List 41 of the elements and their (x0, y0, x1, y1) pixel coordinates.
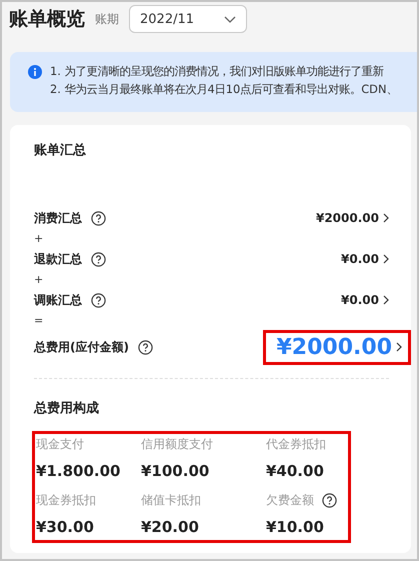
total-amount-link[interactable]: ¥2000.00 (263, 330, 411, 364)
operator-sign: + (34, 272, 44, 288)
row-label: 退款汇总 (34, 250, 82, 268)
section-title: 账单汇总 (34, 142, 87, 159)
page-title: 账单概览 (9, 7, 85, 32)
help-icon[interactable] (91, 210, 106, 226)
chevron-right-icon (383, 213, 389, 223)
chevron-right-icon (383, 295, 389, 305)
chevron-down-icon (224, 16, 236, 22)
help-icon[interactable] (91, 252, 106, 266)
item-amount: ¥20.00 (141, 518, 200, 536)
help-icon[interactable] (91, 292, 106, 308)
item-label: 现金券抵扣 (36, 492, 96, 509)
item-label: 代金券抵扣 (266, 436, 326, 453)
item-amount: ¥100.00 (141, 462, 210, 480)
help-icon[interactable] (138, 340, 153, 354)
info-icon (28, 65, 42, 79)
row-label: 总费用(应付金额) (34, 338, 129, 356)
row-label: 消费汇总 (34, 210, 82, 226)
help-icon[interactable] (322, 493, 337, 508)
item-label: 现金支付 (36, 436, 84, 453)
notice-text: 2. 华为云当月最终账单将在次月4日10点后可查看和导出对账。CDN、 (50, 82, 398, 97)
item-amount: ¥10.00 (266, 518, 325, 536)
operator-sign: + (34, 231, 44, 247)
chevron-right-icon (396, 342, 402, 352)
item-amount: ¥30.00 (36, 518, 95, 536)
item-amount: ¥40.00 (266, 462, 325, 480)
item-label: 储值卡抵扣 (141, 492, 201, 509)
amount-link[interactable]: ¥0.00 (341, 252, 389, 266)
chevron-right-icon (383, 254, 389, 264)
row-label: 调账汇总 (34, 292, 82, 308)
section-title: 总费用构成 (34, 400, 100, 417)
item-label: 信用额度支付 (141, 436, 213, 453)
period-select[interactable]: 2022/11 (129, 5, 247, 33)
item-label: 欠费金额 (266, 492, 314, 509)
notice-text: 1. 为了更清晰的呈现您的消费情况，我们对旧版账单功能进行了重新 (50, 64, 384, 79)
item-amount: ¥1.800.00 (36, 462, 122, 480)
amount-link[interactable]: ¥0.00 (341, 293, 389, 307)
period-label: 账期 (95, 10, 119, 28)
amount-link[interactable]: ¥2000.00 (316, 211, 389, 225)
operator-sign: = (34, 313, 44, 329)
